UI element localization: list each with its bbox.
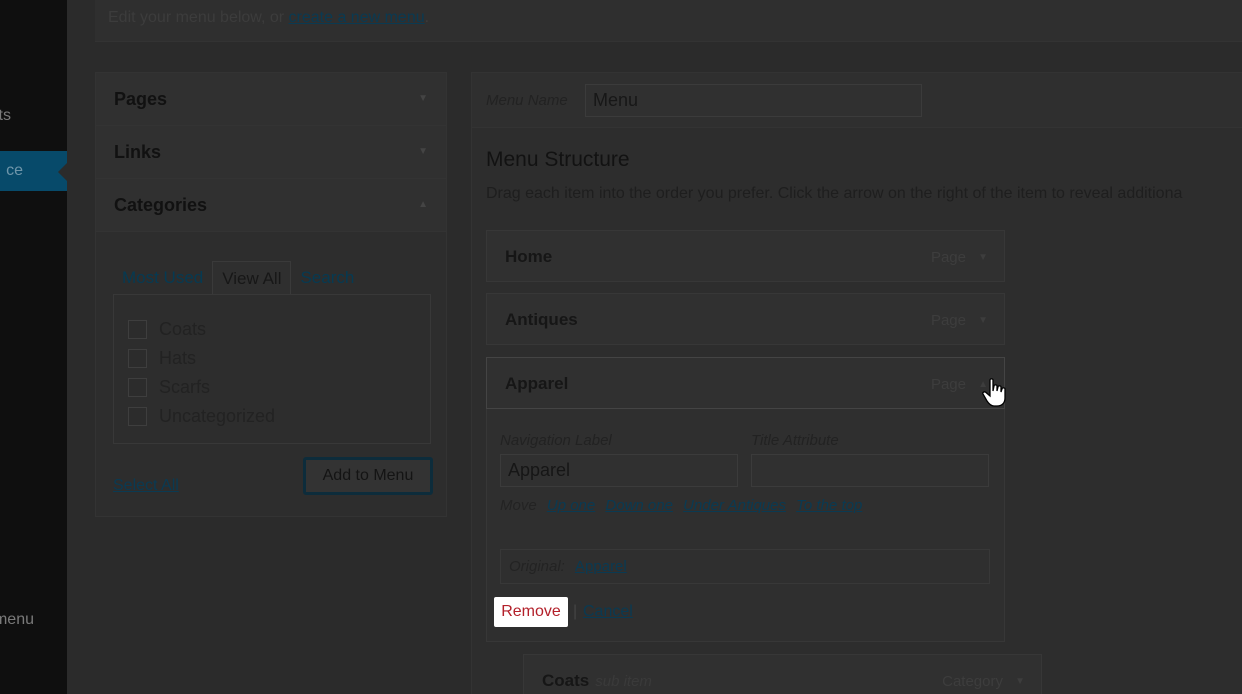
chevron-down-icon[interactable]: ▼ <box>978 252 988 263</box>
chevron-down-icon: ▼ <box>418 146 428 157</box>
create-new-menu-link[interactable]: create a new menu <box>289 9 425 26</box>
accordion-pages-label: Pages <box>114 89 168 109</box>
category-label: Scarfs <box>159 377 211 397</box>
navigation-label-label: Navigation Label <box>500 432 612 449</box>
move-up-one-link[interactable]: Up one <box>547 497 595 514</box>
title-attribute-input[interactable] <box>751 454 989 487</box>
category-label: Uncategorized <box>159 406 276 426</box>
intro-text: Edit your menu below, or <box>108 9 289 26</box>
menu-item-settings: Navigation Label Apparel Title Attribute… <box>486 409 1005 642</box>
tab-search[interactable]: Search <box>291 261 363 295</box>
category-label: Hats <box>159 348 197 368</box>
move-to-top-link[interactable]: To the top <box>796 497 862 514</box>
original-link[interactable]: Apparel <box>575 558 627 575</box>
remove-link[interactable]: Remove <box>494 597 568 627</box>
menu-structure-title: Menu Structure <box>486 148 630 171</box>
navigation-label-input[interactable]: Apparel <box>500 454 738 487</box>
list-item[interactable]: Coats <box>128 315 430 344</box>
accordion-categories-label: Categories <box>114 195 208 215</box>
chevron-down-icon[interactable]: ▼ <box>1015 676 1025 687</box>
title-attribute-label: Title Attribute <box>751 432 839 449</box>
menu-item-type: Category <box>942 673 1003 690</box>
accordion-links-label: Links <box>114 142 162 162</box>
chevron-down-icon[interactable]: ▼ <box>978 315 988 326</box>
intro-period: . <box>424 9 430 26</box>
list-item[interactable]: Hats <box>128 344 430 373</box>
move-controls: Move Up one Down one Under Antiques To t… <box>500 497 862 514</box>
add-menu-items-panel: Pages ▼ Links ▼ Categories ▲ Most Used V… <box>95 72 447 517</box>
menu-item-title-text: Coats <box>542 671 590 690</box>
menu-item-title: Antiques <box>505 310 578 329</box>
menu-item-type: Page <box>930 312 966 329</box>
category-checkbox[interactable] <box>128 320 147 339</box>
category-checkbox[interactable] <box>128 407 147 426</box>
original-info: Original: Apparel <box>500 549 990 584</box>
menu-select-bar: Edit your menu below, or create a new me… <box>95 0 1242 42</box>
menu-name-bar: Menu Name Menu <box>472 73 1242 128</box>
menu-item-title: Home <box>505 247 553 266</box>
tab-most-used[interactable]: Most Used <box>113 261 212 295</box>
chevron-down-icon: ▼ <box>418 93 428 104</box>
select-all-link[interactable]: Select All <box>113 477 179 495</box>
sub-item-label: sub item <box>595 673 652 690</box>
accordion-categories[interactable]: Categories ▲ <box>96 179 446 232</box>
hand-cursor-icon <box>982 378 1006 407</box>
admin-sidebar: ts ce menu <box>0 0 67 694</box>
accordion-links[interactable]: Links ▼ <box>96 126 446 179</box>
sidebar-item-label: menu <box>0 611 34 628</box>
sidebar-item-posts[interactable]: ts <box>0 96 67 136</box>
menu-name-input[interactable]: Menu <box>585 84 922 117</box>
menu-item-type: Page <box>930 376 966 393</box>
category-checkbox[interactable] <box>128 349 147 368</box>
move-under-antiques-link[interactable]: Under Antiques <box>683 497 786 514</box>
action-separator: | <box>573 603 578 620</box>
menu-item-type: Page <box>930 249 966 266</box>
sidebar-item-label: ts <box>0 107 11 124</box>
list-item[interactable]: Uncategorized <box>128 402 430 431</box>
sidebar-item-appearance[interactable]: ce <box>0 151 67 191</box>
menu-item-home[interactable]: Home Page ▼ <box>486 230 1005 282</box>
menu-item-coats[interactable]: Coats sub item Category ▼ <box>523 654 1042 694</box>
menu-item-title: Apparel <box>505 374 569 393</box>
move-down-one-link[interactable]: Down one <box>605 497 673 514</box>
menu-name-label: Menu Name <box>486 92 568 109</box>
menu-structure-description: Drag each item into the order you prefer… <box>486 185 1183 202</box>
category-label: Coats <box>159 319 207 339</box>
sidebar-item-label: ce <box>6 162 23 179</box>
tab-view-all[interactable]: View All <box>212 261 292 295</box>
category-checklist: Coats Hats Scarfs Uncategorized <box>113 294 431 444</box>
cancel-link[interactable]: Cancel <box>583 603 633 621</box>
move-label: Move <box>500 497 537 514</box>
original-label: Original: <box>509 558 565 575</box>
menu-item-apparel[interactable]: Apparel Page ▲ <box>486 357 1005 409</box>
menu-item-antiques[interactable]: Antiques Page ▼ <box>486 293 1005 345</box>
sidebar-item-menus[interactable]: menu <box>0 600 67 640</box>
add-to-menu-button[interactable]: Add to Menu <box>303 457 433 495</box>
category-checkbox[interactable] <box>128 378 147 397</box>
chevron-up-icon: ▲ <box>418 199 428 210</box>
menu-item-title: Coats sub item <box>542 671 652 691</box>
active-menu-pointer <box>58 163 67 181</box>
list-item[interactable]: Scarfs <box>128 373 430 402</box>
menu-edit-panel: Menu Name Menu Menu Structure Drag each … <box>471 72 1242 694</box>
accordion-pages[interactable]: Pages ▼ <box>96 73 446 126</box>
category-tabs: Most Used View All Search <box>113 261 363 295</box>
